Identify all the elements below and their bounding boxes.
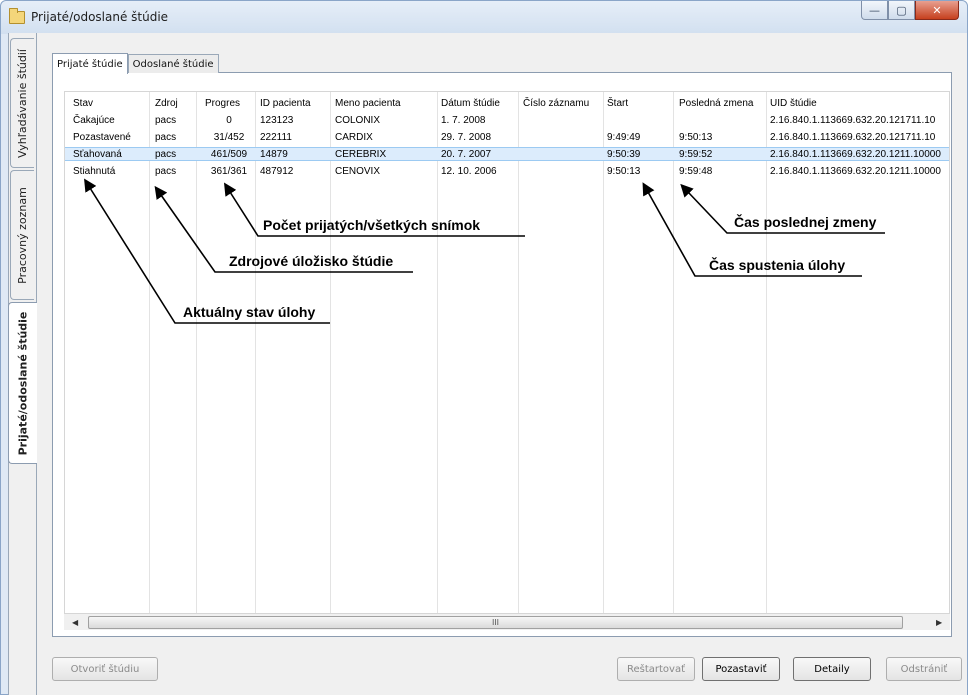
cell-progress: 31/452 xyxy=(213,132,245,143)
title-bar[interactable]: Prijaté/odoslané štúdie — ▢ ✕ xyxy=(1,1,967,34)
window-title: Prijaté/odoslané štúdie xyxy=(31,10,169,24)
side-tab-search[interactable]: Vyhľadávanie štúdií xyxy=(10,38,34,168)
cell-start: 9:50:13 xyxy=(607,166,641,177)
cell-status: Pozastavené xyxy=(73,132,131,143)
cell-study-uid: 2.16.840.1.113669.632.20.1211.10000 xyxy=(770,166,941,177)
cell-status: Čakajúce xyxy=(73,115,115,126)
cell-study-uid: 2.16.840.1.113669.632.20.1211.10000 xyxy=(770,149,941,160)
cell-patient-id: 123123 xyxy=(260,115,294,126)
cell-start: 9:50:39 xyxy=(607,149,641,160)
cell-record-number xyxy=(523,114,601,127)
cell-progress: 461/509 xyxy=(210,149,248,160)
cell-last-change: 9:50:13 xyxy=(679,132,713,143)
column-header-last-change[interactable]: Posledná zmena xyxy=(679,97,765,110)
side-tab-search-label: Vyhľadávanie štúdií xyxy=(16,48,30,158)
cell-start: 9:49:49 xyxy=(607,132,641,143)
scrollbar-grip-icon: III xyxy=(491,618,500,627)
cell-start xyxy=(607,114,671,127)
cell-status: Stiahnutá xyxy=(73,166,116,177)
horizontal-scrollbar[interactable]: ◀ III ▶ xyxy=(64,613,950,630)
table-row[interactable]: Stiahnutá pacs 361/361 487912 CENOVIX 12… xyxy=(65,165,949,178)
cell-study-uid: 2.16.840.1.113669.632.20.121711.10 xyxy=(770,115,936,126)
column-header-status[interactable]: Stav xyxy=(73,97,147,110)
cell-record-number xyxy=(523,148,601,161)
tab-sent-studies[interactable]: Odoslané štúdie xyxy=(127,54,219,73)
cell-study-date: 12. 10. 2006 xyxy=(441,166,497,177)
folder-icon xyxy=(9,8,25,24)
scroll-right-arrow-icon[interactable]: ▶ xyxy=(936,618,942,627)
cell-patient-id: 487912 xyxy=(260,166,294,177)
cell-patient-id: 14879 xyxy=(260,149,288,160)
annotation-progress: Počet prijatých/všetkých snímok xyxy=(263,217,481,233)
table-row-selected[interactable]: Sťahovaná pacs 461/509 14879 CEREBRIX 20… xyxy=(65,147,949,161)
cell-last-change: 9:59:52 xyxy=(679,149,713,160)
annotation-status: Aktuálny stav úlohy xyxy=(183,304,316,320)
open-study-button[interactable]: Otvoriť štúdiu xyxy=(52,657,158,681)
cell-progress: 361/361 xyxy=(210,166,248,177)
side-tab-received-sent[interactable]: Prijaté/odoslané štúdie xyxy=(8,302,37,464)
column-header-study-date[interactable]: Dátum štúdie xyxy=(441,97,517,110)
cell-last-change: 9:59:48 xyxy=(679,166,713,177)
cell-status: Sťahovaná xyxy=(73,149,122,160)
cell-record-number xyxy=(523,165,601,178)
scroll-left-arrow-icon[interactable]: ◀ xyxy=(72,618,78,627)
cell-progress: 0 xyxy=(226,115,232,126)
column-header-patient-name[interactable]: Meno pacienta xyxy=(335,97,435,110)
column-header-patient-id[interactable]: ID pacienta xyxy=(260,97,328,110)
maximize-button[interactable]: ▢ xyxy=(888,1,915,20)
cell-source: pacs xyxy=(155,115,177,126)
table-header: Stav Zdroj Progres ID pacienta Meno paci… xyxy=(65,92,949,112)
side-tab-worklist[interactable]: Pracovný zoznam xyxy=(10,170,34,300)
cell-patient-name: CARDIX xyxy=(335,132,373,143)
side-tab-received-sent-label: Prijaté/odoslané štúdie xyxy=(16,311,30,455)
cell-patient-name: CENOVIX xyxy=(335,166,381,177)
tab-received-studies[interactable]: Prijaté štúdie xyxy=(52,53,128,74)
cell-source: pacs xyxy=(155,132,177,143)
column-header-study-uid[interactable]: UID štúdie xyxy=(770,97,949,110)
cell-study-uid: 2.16.840.1.113669.632.20.121711.10 xyxy=(770,132,936,143)
side-tab-worklist-label: Pracovný zoznam xyxy=(16,186,29,284)
annotation-source: Zdrojové úložisko štúdie xyxy=(229,253,394,269)
cell-study-date: 1. 7. 2008 xyxy=(441,115,486,126)
cell-source: pacs xyxy=(155,149,177,160)
close-button[interactable]: ✕ xyxy=(915,1,959,20)
cell-patient-id: 222111 xyxy=(260,132,292,143)
restart-button[interactable]: Reštartovať xyxy=(617,657,695,681)
scrollbar-thumb[interactable]: III xyxy=(88,616,903,629)
cell-patient-name: COLONIX xyxy=(335,115,381,126)
cell-patient-name: CEREBRIX xyxy=(335,149,387,160)
cell-last-change xyxy=(679,114,765,127)
table-row[interactable]: Čakajúce pacs 0 123123 COLONIX 1. 7. 200… xyxy=(65,114,949,127)
minimize-button[interactable]: — xyxy=(861,1,888,20)
table-row[interactable]: Pozastavené pacs 31/452 222111 CARDIX 29… xyxy=(65,131,949,144)
column-header-progress[interactable]: Progres xyxy=(205,97,253,110)
details-button[interactable]: Detaily xyxy=(793,657,871,681)
annotation-last-change: Čas poslednej zmeny xyxy=(734,214,877,230)
studies-table[interactable]: Stav Zdroj Progres ID pacienta Meno paci… xyxy=(64,91,950,615)
column-header-start[interactable]: Štart xyxy=(607,97,671,110)
annotation-start: Čas spustenia úlohy xyxy=(709,257,846,273)
column-header-record-number[interactable]: Číslo záznamu xyxy=(523,97,601,110)
pause-button[interactable]: Pozastaviť xyxy=(702,657,780,681)
cell-study-date: 20. 7. 2007 xyxy=(441,149,492,160)
remove-button[interactable]: Odstrániť xyxy=(886,657,962,681)
column-header-source[interactable]: Zdroj xyxy=(155,97,195,110)
cell-study-date: 29. 7. 2008 xyxy=(441,132,492,143)
cell-record-number xyxy=(523,131,601,144)
cell-source: pacs xyxy=(155,166,177,177)
tab-bar: Prijaté štúdie Odoslané štúdie xyxy=(52,52,219,74)
